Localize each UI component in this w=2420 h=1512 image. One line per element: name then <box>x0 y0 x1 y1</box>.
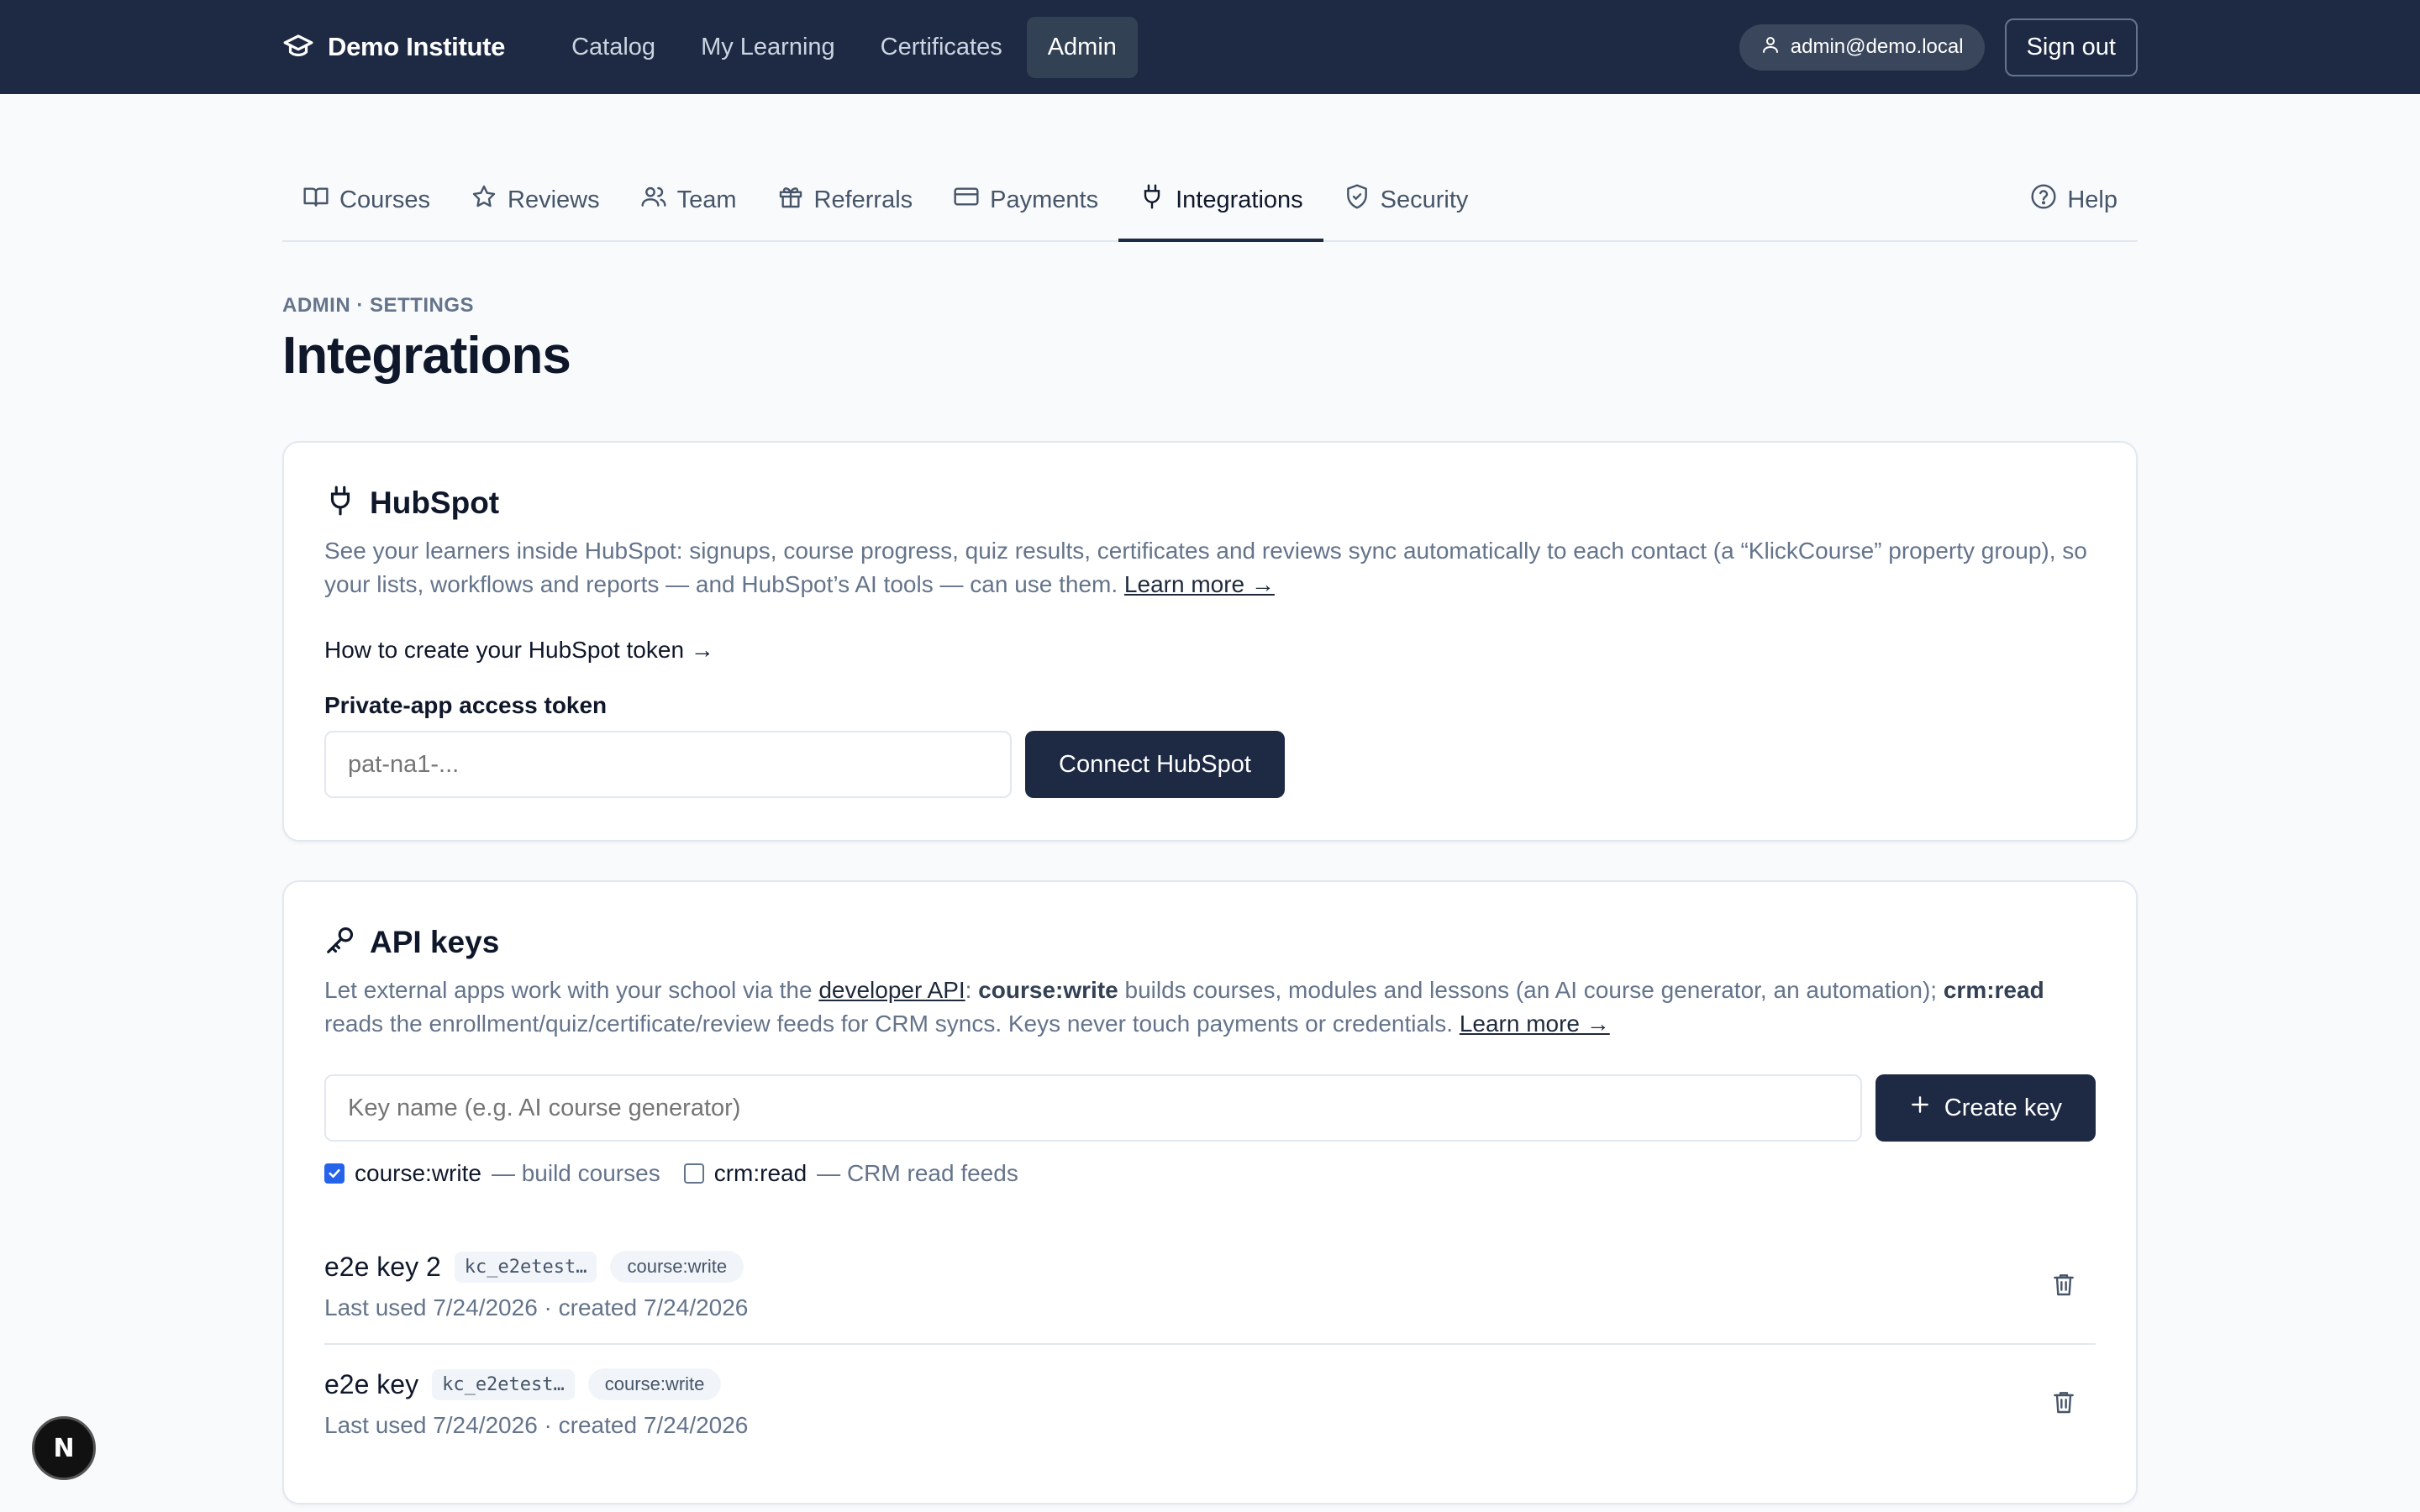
users-icon <box>640 183 667 217</box>
tab-label: Security <box>1380 186 1469 213</box>
tab-label: Courses <box>339 186 430 213</box>
tab-label: Payments <box>990 186 1099 213</box>
api-keys-card: API keys Let external apps work with you… <box>282 880 2138 1504</box>
scope-desc: — CRM read feeds <box>817 1160 1018 1186</box>
book-icon <box>302 183 329 217</box>
hubspot-learn-more-link[interactable]: Learn more → <box>1124 571 1275 597</box>
api-key-list: e2e key 2 kc_e2etest… course:write Last … <box>324 1236 2096 1461</box>
create-key-label: Create key <box>1944 1094 2062 1121</box>
plug-icon <box>1139 183 1165 217</box>
api-key-prefix: kc_e2etest… <box>454 1251 597 1283</box>
main-nav: Catalog My Learning Certificates Admin <box>550 16 1138 78</box>
scope-desc: — build courses <box>491 1160 660 1186</box>
star-icon <box>471 183 497 217</box>
user-email: admin@demo.local <box>1790 35 1964 58</box>
scope-course-write[interactable]: course:write — build courses <box>324 1160 660 1187</box>
api-key-info: e2e key kc_e2etest… course:write Last us… <box>324 1368 748 1439</box>
create-key-button[interactable]: Create key <box>1875 1074 2096 1142</box>
plus-icon <box>1909 1094 1931 1122</box>
api-desc-scope: course:write <box>978 977 1118 1003</box>
api-learn-more-link[interactable]: Learn more → <box>1460 1011 1610 1037</box>
hubspot-title: HubSpot <box>370 485 500 520</box>
hubspot-description: See your learners inside HubSpot: signup… <box>324 534 2096 601</box>
api-key-scope-badge: course:write <box>587 1368 722 1400</box>
api-desc-text: Let external apps work with your school … <box>324 977 819 1003</box>
api-desc-scope: crm:read <box>1943 977 2044 1003</box>
brand-name: Demo Institute <box>328 32 506 61</box>
help-label: Help <box>2067 186 2118 213</box>
credit-card-icon <box>953 183 980 217</box>
help-circle-icon <box>2030 183 2057 217</box>
hubspot-header: HubSpot <box>324 485 2096 521</box>
tab-payments[interactable]: Payments <box>933 183 1118 242</box>
gift-icon <box>777 183 804 217</box>
scope-selector: course:write — build courses crm:read — … <box>324 1160 2096 1187</box>
api-keys-header: API keys <box>324 924 2096 960</box>
checkbox-checked[interactable] <box>324 1163 345 1184</box>
developer-api-link[interactable]: developer API <box>818 977 965 1003</box>
api-key-row: e2e key kc_e2etest… course:write Last us… <box>324 1343 2096 1461</box>
key-name-input[interactable] <box>324 1074 1862 1142</box>
api-desc-text: builds courses, modules and lessons (an … <box>1118 977 1944 1003</box>
top-navbar: Demo Institute Catalog My Learning Certi… <box>0 0 2420 94</box>
tab-team[interactable]: Team <box>620 183 757 242</box>
tab-courses[interactable]: Courses <box>282 183 450 242</box>
page-title: Integrations <box>282 327 571 385</box>
api-keys-title: API keys <box>370 924 500 959</box>
api-key-name: e2e key <box>324 1368 419 1399</box>
dev-tools-badge[interactable]: N <box>32 1416 96 1480</box>
scope-name: crm:read <box>713 1160 808 1186</box>
tab-label: Team <box>676 186 737 213</box>
graduation-cap-icon <box>282 29 314 66</box>
nav-certificates[interactable]: Certificates <box>860 17 1023 78</box>
topbar-actions: admin@demo.local Sign out <box>1739 18 2138 76</box>
create-key-row: Create key <box>324 1074 2096 1142</box>
hubspot-card: HubSpot See your learners inside HubSpot… <box>282 441 2138 842</box>
token-label: Private-app access token <box>324 692 608 718</box>
tab-referrals[interactable]: Referrals <box>757 183 934 242</box>
user-icon <box>1760 34 1781 60</box>
tab-label: Integrations <box>1176 186 1303 213</box>
breadcrumb: ADMIN · SETTINGS <box>282 294 474 317</box>
admin-tabs: Courses Reviews Team Referrals Payments … <box>282 168 2138 242</box>
trash-icon[interactable] <box>2042 1380 2086 1428</box>
nav-catalog[interactable]: Catalog <box>550 17 676 78</box>
api-key-info: e2e key 2 kc_e2etest… course:write Last … <box>324 1251 748 1321</box>
api-key-meta: Last used 7/24/2026 · created 7/24/2026 <box>324 1412 749 1438</box>
api-keys-description: Let external apps work with your school … <box>324 974 2096 1041</box>
hubspot-token-howto-link[interactable]: How to create your HubSpot token → <box>324 637 2096 664</box>
main-content: Courses Reviews Team Referrals Payments … <box>282 168 2138 1504</box>
api-key-name: e2e key 2 <box>324 1251 441 1282</box>
api-desc-text: : <box>965 977 979 1003</box>
api-key-meta: Last used 7/24/2026 · created 7/24/2026 <box>324 1294 749 1320</box>
scope-name: course:write <box>355 1160 481 1186</box>
tab-label: Reviews <box>508 186 600 213</box>
help-link[interactable]: Help <box>2010 183 2138 242</box>
tab-security[interactable]: Security <box>1323 183 1489 242</box>
nav-my-learning[interactable]: My Learning <box>680 17 856 78</box>
shield-icon <box>1344 183 1370 217</box>
connect-hubspot-button[interactable]: Connect HubSpot <box>1025 731 1285 798</box>
sign-out-button[interactable]: Sign out <box>2004 18 2138 76</box>
user-menu[interactable]: admin@demo.local <box>1739 24 1985 71</box>
nav-admin[interactable]: Admin <box>1026 16 1138 78</box>
tab-reviews[interactable]: Reviews <box>450 183 620 242</box>
tab-label: Referrals <box>813 186 913 213</box>
token-row: Connect HubSpot <box>324 731 2096 798</box>
api-key-row: e2e key 2 kc_e2etest… course:write Last … <box>324 1236 2096 1343</box>
checkbox-unchecked[interactable] <box>683 1163 704 1184</box>
scope-crm-read[interactable]: crm:read — CRM read feeds <box>683 1160 1018 1187</box>
key-icon <box>324 924 356 960</box>
api-key-prefix: kc_e2etest… <box>432 1368 575 1400</box>
brand[interactable]: Demo Institute <box>282 29 505 66</box>
token-input[interactable] <box>324 731 1012 798</box>
api-desc-text: reads the enrollment/quiz/certificate/re… <box>324 1011 1460 1037</box>
api-key-scope-badge: course:write <box>610 1251 744 1283</box>
tab-integrations[interactable]: Integrations <box>1118 183 1323 242</box>
trash-icon[interactable] <box>2042 1263 2086 1310</box>
plug-icon <box>324 485 356 521</box>
